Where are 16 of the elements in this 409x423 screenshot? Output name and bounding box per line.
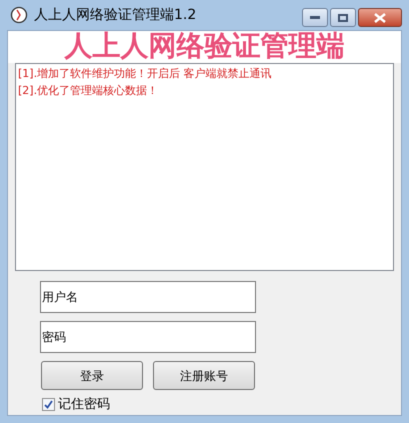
close-button[interactable] bbox=[358, 8, 402, 27]
remember-label: 记住密码 bbox=[58, 396, 110, 414]
minimize-button[interactable] bbox=[302, 8, 328, 27]
window-title: 人上人网络验证管理端1.2 bbox=[34, 8, 196, 22]
log-line: [1].增加了软件维护功能！开启后 客户端就禁止通讯 bbox=[18, 66, 273, 82]
password-field[interactable]: 密码 bbox=[40, 321, 256, 353]
log-line: [2].优化了管理端核心数据！ bbox=[18, 83, 160, 99]
app-icon bbox=[10, 6, 28, 24]
heading: 人上人网络验证管理端 bbox=[64, 31, 344, 61]
username-field[interactable]: 用户名 bbox=[40, 281, 256, 313]
maximize-button[interactable] bbox=[330, 8, 356, 27]
close-icon bbox=[374, 12, 386, 22]
register-button[interactable]: 注册账号 bbox=[153, 361, 255, 390]
remember-checkbox[interactable] bbox=[42, 398, 55, 412]
check-icon bbox=[44, 400, 53, 410]
login-button[interactable]: 登录 bbox=[41, 361, 143, 390]
